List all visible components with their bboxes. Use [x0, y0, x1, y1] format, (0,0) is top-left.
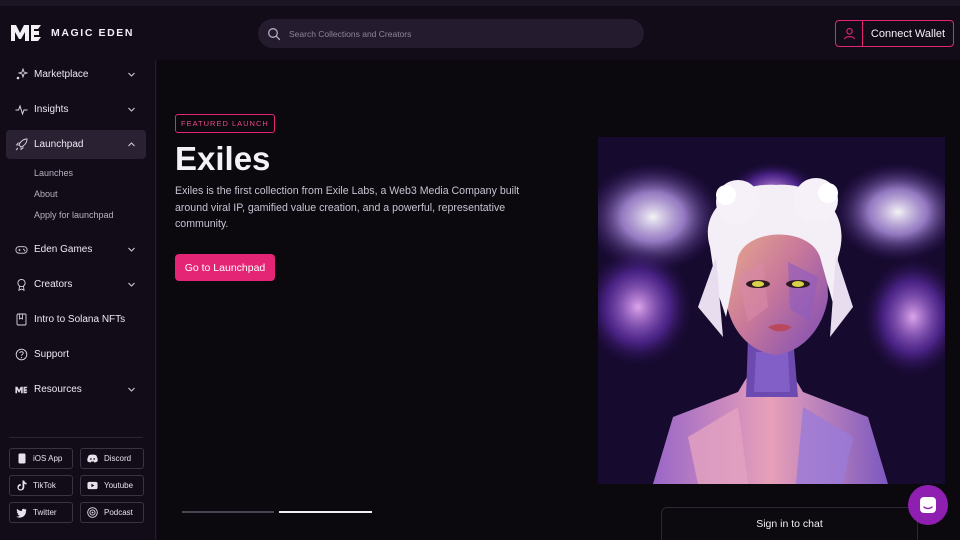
- sidebar-item-support[interactable]: Support: [6, 340, 146, 369]
- sidebar-item-label: Intro to Solana NFTs: [34, 314, 126, 325]
- sidebar-divider: [9, 437, 143, 438]
- brand-logo[interactable]: MAGIC EDEN: [10, 22, 134, 44]
- help-icon: [15, 348, 28, 361]
- sidebar-item-eden-games[interactable]: Eden Games: [6, 235, 146, 264]
- sparkle-icon: [15, 68, 28, 81]
- go-to-launchpad-button[interactable]: Go to Launchpad: [175, 254, 275, 281]
- sidebar-item-insights[interactable]: Insights: [6, 95, 146, 124]
- chat-launcher-button[interactable]: [908, 485, 948, 525]
- brand-name: MAGIC EDEN: [51, 27, 135, 39]
- social-label: Podcast: [104, 508, 133, 517]
- youtube-icon: [87, 480, 98, 491]
- discord-icon: [87, 453, 98, 464]
- twitter-icon: [16, 507, 27, 518]
- sidebar-item-intro-solana[interactable]: Intro to Solana NFTs: [6, 305, 146, 334]
- sidebar-subitem-about[interactable]: About: [34, 189, 58, 199]
- social-label: Youtube: [104, 481, 134, 490]
- sidebar-item-label: Launchpad: [34, 139, 84, 150]
- sidebar-item-launchpad[interactable]: Launchpad: [6, 130, 146, 159]
- social-youtube[interactable]: Youtube: [80, 475, 144, 496]
- chevron-down-icon: [128, 247, 135, 252]
- social-ios-app[interactable]: iOS App: [9, 448, 73, 469]
- hero-description: Exiles is the first collection from Exil…: [175, 185, 520, 231]
- book-icon: [15, 313, 28, 326]
- sidebar-subitem-apply[interactable]: Apply for launchpad: [34, 210, 114, 220]
- award-icon: [15, 278, 28, 291]
- sidebar: Marketplace Insights Launchpad Launches …: [0, 60, 156, 540]
- header: MAGIC EDEN Connect Wallet: [0, 6, 960, 60]
- search-icon: [268, 27, 281, 40]
- chevron-up-icon: [128, 142, 135, 147]
- sidebar-item-label: Support: [34, 349, 70, 360]
- search-input[interactable]: [289, 28, 619, 39]
- sidebar-item-label: Marketplace: [34, 69, 89, 80]
- user-icon: [836, 21, 863, 46]
- social-podcast[interactable]: Podcast: [80, 502, 144, 523]
- sidebar-item-resources[interactable]: Resources: [6, 375, 146, 404]
- sidebar-item-label: Resources: [34, 384, 82, 395]
- connect-wallet-label: Connect Wallet: [870, 27, 946, 40]
- chevron-down-icon: [128, 282, 135, 287]
- chevron-down-icon: [128, 107, 135, 112]
- gamepad-icon: [15, 243, 28, 256]
- chevron-down-icon: [128, 387, 135, 392]
- sidebar-item-creators[interactable]: Creators: [6, 270, 146, 299]
- sidebar-item-label: Eden Games: [34, 244, 93, 255]
- me-logo-icon: [15, 383, 28, 396]
- sidebar-item-label: Insights: [34, 104, 69, 115]
- sign-in-to-chat-button[interactable]: Sign in to chat: [661, 507, 918, 540]
- hero-title: Exiles: [175, 140, 271, 177]
- chat-icon: [920, 497, 936, 513]
- carousel-indicator-2[interactable]: [279, 511, 372, 513]
- social-twitter[interactable]: Twitter: [9, 502, 73, 523]
- magic-eden-logo-icon: [11, 25, 41, 41]
- rocket-icon: [15, 138, 28, 151]
- social-discord[interactable]: Discord: [80, 448, 144, 469]
- chevron-down-icon: [128, 72, 135, 77]
- tiktok-icon: [16, 480, 27, 491]
- featured-launch-badge: FEATURED LAUNCH: [175, 114, 275, 133]
- connect-wallet-button[interactable]: Connect Wallet: [835, 20, 954, 47]
- featured-artwork-image: [598, 137, 945, 484]
- carousel-indicator-1[interactable]: [182, 511, 274, 513]
- social-label: Discord: [104, 454, 132, 463]
- social-label: TikTok: [33, 481, 56, 490]
- sidebar-item-label: Creators: [34, 279, 73, 290]
- pulse-icon: [15, 103, 28, 116]
- phone-icon: [16, 453, 27, 464]
- podcast-icon: [87, 507, 98, 518]
- search-bar[interactable]: [258, 19, 644, 48]
- social-label: iOS App: [33, 454, 63, 463]
- sidebar-item-marketplace[interactable]: Marketplace: [6, 60, 146, 89]
- social-label: Twitter: [33, 508, 57, 517]
- social-tiktok[interactable]: TikTok: [9, 475, 73, 496]
- sidebar-subitem-launches[interactable]: Launches: [34, 168, 73, 178]
- main-content: FEATURED LAUNCH Exiles Exiles is the fir…: [157, 60, 960, 540]
